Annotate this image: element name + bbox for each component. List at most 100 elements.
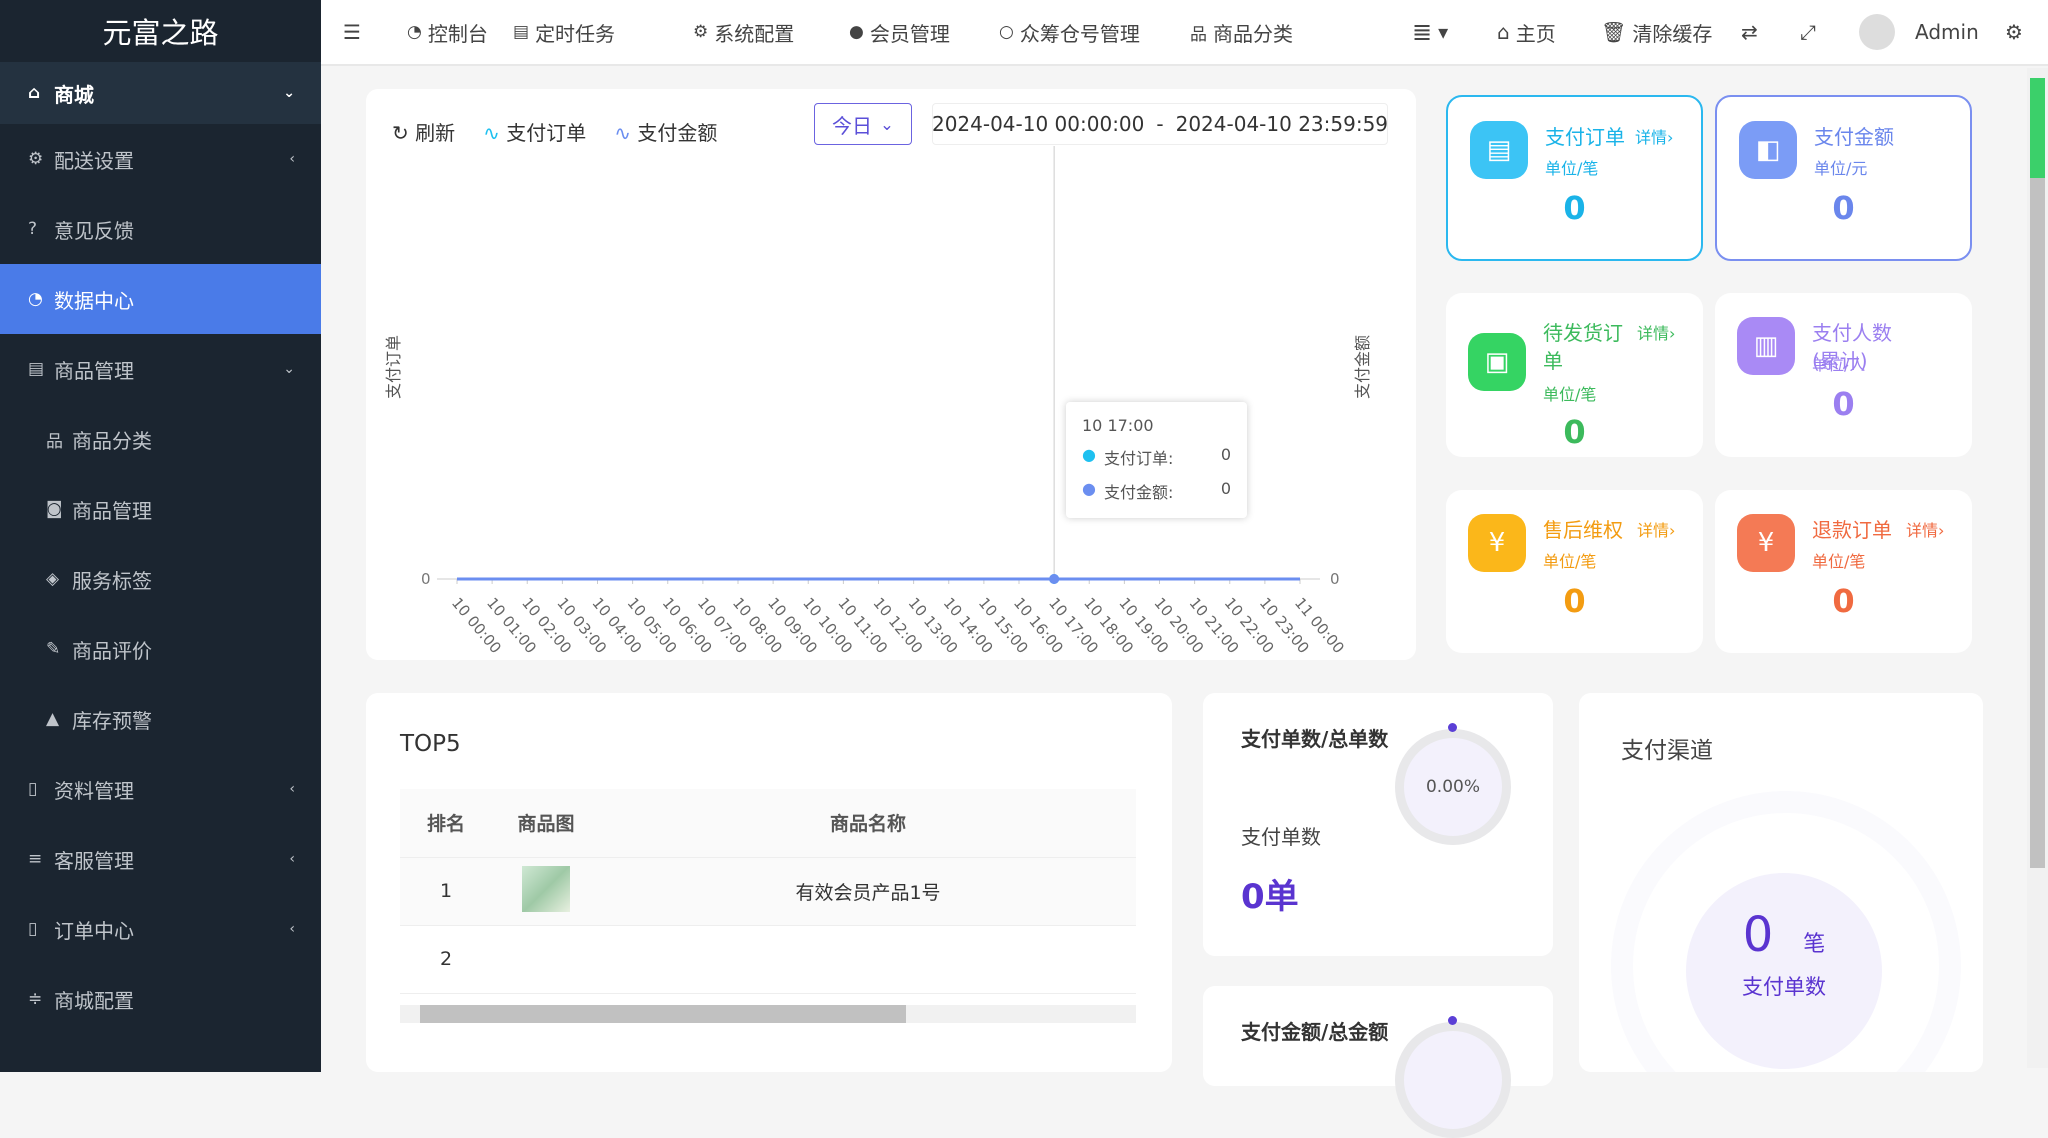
sidebar-item[interactable]: 品商品分类	[0, 404, 321, 474]
details-link[interactable]: 详情›	[1637, 321, 1681, 347]
nav-icon: ▤	[513, 22, 529, 42]
dot-icon: ●	[1082, 445, 1096, 469]
sidebar-item[interactable]: ?意见反馈	[0, 194, 321, 264]
chevron-icon: ⌄	[283, 361, 295, 377]
sidebar-item[interactable]: ◙商品管理	[0, 474, 321, 544]
paid-orders-ratio-card: 支付单数/总单数 0.00% 支付单数 0单	[1203, 693, 1553, 956]
sidebar-item[interactable]: ▲库存预警	[0, 684, 321, 754]
gears-icon: ⚙	[28, 149, 54, 169]
payment-channel-card: 支付渠道 0笔 支付单数	[1579, 693, 1983, 1072]
trash-icon: 🗑	[1601, 20, 1626, 44]
list-icon: ≡	[28, 849, 54, 869]
tooltip-title: 10 17:00	[1082, 416, 1231, 435]
nav-item[interactable]: ⚙系统配置	[693, 0, 794, 64]
sidebar-item-label: 意见反馈	[54, 215, 134, 244]
nav-icon: ○	[999, 22, 1014, 42]
stat-card[interactable]: ▤ 支付订单 单位/笔 详情› 0	[1446, 95, 1703, 261]
sidebar-item[interactable]: ≡客服管理‹	[0, 824, 321, 894]
more-menu-button[interactable]: ≣ ▾	[1412, 0, 1448, 64]
top5-table: 排名商品图商品名称 1有效会员产品1号 2	[400, 789, 1136, 994]
ratio-gauge: 0.00%	[1395, 729, 1511, 845]
nav-label: 系统配置	[714, 18, 794, 47]
chevron-down-icon: ⌄	[283, 85, 295, 101]
stat-card[interactable]: ¥ 退款订单 单位/笔 详情› 0	[1715, 490, 1972, 653]
details-link[interactable]: 详情›	[1906, 518, 1950, 544]
home-label: 主页	[1516, 18, 1556, 47]
stat-value: 0	[1446, 413, 1703, 451]
clear-cache-button[interactable]: 🗑清除缓存	[1601, 0, 1712, 64]
stat-unit: 单位/笔	[1545, 155, 1598, 179]
table-horizontal-scrollbar[interactable]	[400, 1005, 1136, 1023]
y-axis-label-left: 支付订单	[384, 335, 403, 399]
details-link[interactable]: 详情›	[1637, 518, 1681, 544]
sidebar-item[interactable]: ◈服务标签	[0, 544, 321, 614]
stat-unit: 单位/笔	[1543, 548, 1596, 572]
stat-icon: ▣	[1468, 333, 1526, 391]
stat-card[interactable]: ▥ 支付人数(累计) 单位/人 0	[1715, 293, 1972, 457]
paid-count-value: 0单	[1241, 869, 1299, 918]
nav-item[interactable]: ◔ 控制台	[407, 0, 488, 64]
channel-label: 支付单数	[1686, 971, 1882, 1001]
channel-title: 支付渠道	[1621, 731, 1713, 765]
clear-cache-label: 清除缓存	[1632, 18, 1712, 47]
home-icon: ⌂	[1497, 20, 1510, 44]
stat-icon: ▥	[1737, 317, 1795, 375]
sidebar-item-label: 资料管理	[54, 775, 134, 804]
sidebar-item[interactable]: ≑商城配置	[0, 964, 321, 1034]
top5-title: TOP5	[400, 731, 461, 757]
nav-item[interactable]: ●会员管理	[849, 0, 950, 64]
paid-count-label: 支付单数	[1241, 821, 1321, 850]
table-row[interactable]: 2	[400, 925, 1136, 993]
menu-toggle-icon[interactable]: ☰	[343, 0, 361, 64]
stat-title: 待发货订单	[1543, 319, 1638, 375]
edit-icon: ✎	[46, 639, 72, 659]
chevron-icon: ‹	[289, 151, 295, 167]
stat-unit: 单位/人	[1812, 351, 1865, 375]
stat-card[interactable]: ▣ 待发货订单 单位/笔 详情› 0	[1446, 293, 1703, 457]
sidebar-item-label: 客服管理	[54, 845, 134, 874]
translate-icon[interactable]: ⇄	[1741, 0, 1758, 64]
stat-value: 0	[1715, 385, 1972, 423]
nav-icon: 品	[1190, 20, 1207, 45]
top-header: ☰ ◔控制台▤定时任务⚙系统配置●会员管理○众筹仓号管理品商品分类 ≣ ▾ ⌂主…	[321, 0, 2048, 66]
sidebar-item[interactable]: ▯资料管理‹	[0, 754, 321, 824]
user-menu[interactable]: Admin	[1859, 0, 1979, 64]
sidebar-item[interactable]: ◔数据中心	[0, 264, 321, 334]
trend-chart[interactable]: 00支付订单支付金额10 00:0010 01:0010 02:0010 03:…	[366, 89, 1416, 660]
table-row[interactable]: 1有效会员产品1号	[400, 857, 1136, 925]
sidebar-item-label: 商品管理	[72, 495, 152, 524]
sidebar-item-mall[interactable]: ⌂商城⌄	[0, 62, 321, 124]
sidebar-item-label: 商城	[54, 79, 94, 108]
stat-title: 售后维权	[1543, 516, 1638, 544]
sidebar: 元富之路 ⌂商城⌄ ⚙配送设置‹?意见反馈◔数据中心▤商品管理⌄品商品分类◙商品…	[0, 0, 321, 1072]
nav-label: 定时任务	[535, 18, 615, 47]
logo: 元富之路	[0, 0, 321, 62]
sidebar-item[interactable]: ▤商品管理⌄	[0, 334, 321, 404]
sidebar-item[interactable]: ▯订单中心‹	[0, 894, 321, 964]
nav-item[interactable]: 品商品分类	[1190, 0, 1293, 64]
sliders-icon: ≑	[28, 989, 54, 1009]
y-tick-left: 0	[421, 570, 431, 588]
username: Admin	[1915, 20, 1979, 44]
sidebar-item[interactable]: ⚙配送设置 ‹	[0, 124, 321, 194]
sidebar-item[interactable]: ✎商品评价	[0, 614, 321, 684]
fullscreen-icon[interactable]: ⤢	[1800, 0, 1816, 64]
settings-gear-icon[interactable]: ⚙	[2005, 0, 2023, 64]
chart-tooltip: 10 17:00 ●支付订单:0 ●支付金额:0	[1066, 402, 1247, 518]
archive-icon: ▤	[28, 359, 54, 379]
tooltip-value: 0	[1221, 445, 1231, 469]
home-link[interactable]: ⌂主页	[1497, 0, 1556, 64]
nav-label: 商品分类	[1213, 18, 1293, 47]
nav-icon: ◔	[407, 22, 422, 42]
nav-item[interactable]: ○众筹仓号管理	[999, 0, 1140, 64]
nav-item[interactable]: ▤ 定时任务	[513, 0, 615, 64]
stat-card[interactable]: ¥ 售后维权 单位/笔 详情› 0	[1446, 490, 1703, 653]
top5-card: TOP5 排名商品图商品名称 1有效会员产品1号 2	[366, 693, 1172, 1072]
details-link[interactable]: 详情›	[1635, 125, 1679, 151]
sidebar-item-label: 配送设置	[54, 145, 134, 174]
stat-card[interactable]: ◧ 支付金额 单位/元 0	[1715, 95, 1972, 261]
page-scrollbar[interactable]	[2027, 68, 2048, 1068]
nav-label: 控制台	[428, 18, 488, 47]
column-header: 商品名称	[600, 789, 1136, 857]
sidebar-item-label: 数据中心	[54, 285, 134, 314]
